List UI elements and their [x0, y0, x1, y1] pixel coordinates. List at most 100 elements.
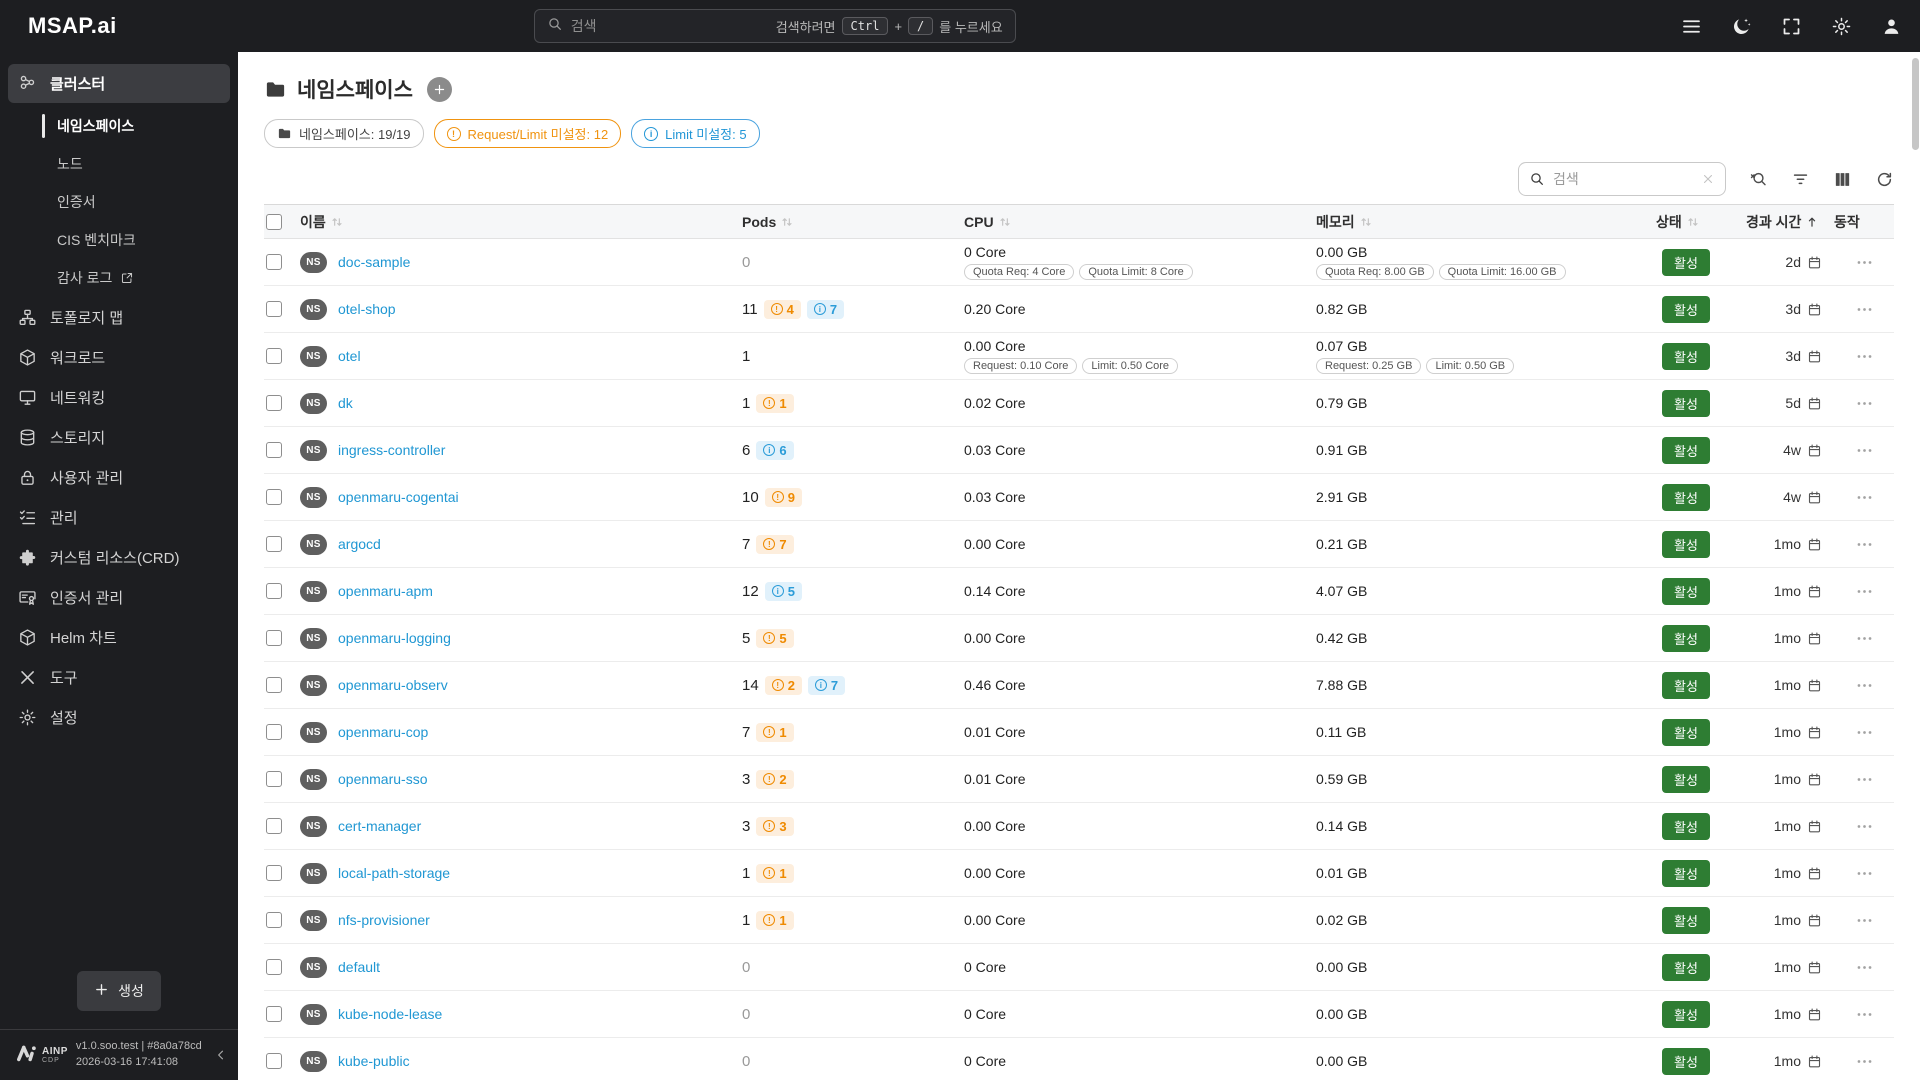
sort-icon[interactable] — [1359, 215, 1373, 229]
namespace-link[interactable]: argocd — [338, 536, 381, 552]
filter-icon[interactable] — [1791, 170, 1810, 189]
sort-asc-icon[interactable] — [1805, 215, 1819, 229]
fullscreen-icon[interactable] — [1781, 16, 1802, 37]
row-checkbox[interactable] — [266, 1006, 282, 1022]
clear-search-icon[interactable] — [1701, 172, 1715, 186]
sidebar-item-settings[interactable]: 설정 — [0, 698, 238, 737]
column-header-status[interactable]: 상태 — [1656, 212, 1746, 232]
row-menu-icon[interactable] — [1855, 864, 1874, 883]
row-checkbox[interactable] — [266, 818, 282, 834]
namespace-link[interactable]: openmaru-sso — [338, 771, 428, 787]
namespace-link[interactable]: openmaru-observ — [338, 677, 448, 693]
sidebar-item-custom-resource-crd[interactable]: 커스텀 리소스(CRD) — [0, 538, 238, 577]
namespace-link[interactable]: openmaru-apm — [338, 583, 433, 599]
row-menu-icon[interactable] — [1855, 394, 1874, 413]
dark-mode-icon[interactable] — [1731, 16, 1752, 37]
row-checkbox[interactable] — [266, 912, 282, 928]
columns-icon[interactable] — [1833, 170, 1852, 189]
namespace-link[interactable]: nfs-provisioner — [338, 912, 430, 928]
row-checkbox[interactable] — [266, 1053, 282, 1069]
row-menu-icon[interactable] — [1855, 676, 1874, 695]
table-search-input[interactable] — [1553, 171, 1693, 187]
column-header-name[interactable]: 이름 — [300, 212, 742, 232]
column-header-cpu[interactable]: CPU — [964, 214, 1316, 230]
sidebar-item-workload[interactable]: 워크로드 — [0, 338, 238, 377]
namespace-link[interactable]: otel — [338, 348, 361, 364]
namespace-link[interactable]: cert-manager — [338, 818, 421, 834]
row-checkbox[interactable] — [266, 865, 282, 881]
scrollbar-thumb[interactable] — [1912, 58, 1919, 150]
sort-icon[interactable] — [998, 215, 1012, 229]
row-checkbox[interactable] — [266, 254, 282, 270]
namespace-link[interactable]: doc-sample — [338, 254, 410, 270]
sidebar-subitem-cis-benchmark[interactable]: CIS 벤치마크 — [0, 221, 238, 259]
namespace-link[interactable]: openmaru-cop — [338, 724, 428, 740]
namespace-link[interactable]: openmaru-cogentai — [338, 489, 459, 505]
scrollbar[interactable] — [1912, 58, 1919, 1078]
global-search-input[interactable] — [570, 18, 768, 34]
row-menu-icon[interactable] — [1855, 1052, 1874, 1071]
table-search[interactable] — [1518, 162, 1726, 196]
sidebar-subitem-audit-log[interactable]: 감사 로그 — [0, 259, 238, 297]
row-checkbox[interactable] — [266, 583, 282, 599]
sidebar-item-cluster[interactable]: 클러스터 — [8, 64, 230, 103]
sidebar-item-networking[interactable]: 네트워킹 — [0, 378, 238, 417]
namespace-link[interactable]: kube-public — [338, 1053, 410, 1069]
sidebar-item-storage[interactable]: 스토리지 — [0, 418, 238, 457]
row-menu-icon[interactable] — [1855, 347, 1874, 366]
row-checkbox[interactable] — [266, 536, 282, 552]
sidebar-item-certificate-management[interactable]: 인증서 관리 — [0, 578, 238, 617]
summary-pill-warning[interactable]: ! Request/Limit 미설정: 12 — [433, 119, 622, 148]
summary-pill-neutral[interactable]: 네임스페이스: 19/19 — [264, 119, 424, 148]
sidebar-subitem-certificate[interactable]: 인증서 — [0, 183, 238, 221]
namespace-link[interactable]: default — [338, 959, 380, 975]
row-checkbox[interactable] — [266, 442, 282, 458]
row-menu-icon[interactable] — [1855, 1005, 1874, 1024]
column-header-pods[interactable]: Pods — [742, 214, 964, 230]
namespace-link[interactable]: dk — [338, 395, 353, 411]
row-menu-icon[interactable] — [1855, 253, 1874, 272]
create-button[interactable]: 생성 — [77, 971, 161, 1012]
select-all-checkbox[interactable] — [266, 213, 282, 230]
sidebar-item-topology-map[interactable]: 토폴로지 맵 — [0, 298, 238, 337]
row-menu-icon[interactable] — [1855, 441, 1874, 460]
sort-icon[interactable] — [1686, 215, 1700, 229]
refresh-icon[interactable] — [1875, 170, 1894, 189]
row-menu-icon[interactable] — [1855, 535, 1874, 554]
row-menu-icon[interactable] — [1855, 582, 1874, 601]
advanced-search-icon[interactable] — [1749, 170, 1768, 189]
sort-icon[interactable] — [330, 215, 344, 229]
row-checkbox[interactable] — [266, 348, 282, 364]
row-checkbox[interactable] — [266, 395, 282, 411]
row-menu-icon[interactable] — [1855, 629, 1874, 648]
row-checkbox[interactable] — [266, 677, 282, 693]
sidebar-item-user-management[interactable]: 사용자 관리 — [0, 458, 238, 497]
column-header-memory[interactable]: 메모리 — [1316, 212, 1656, 232]
row-menu-icon[interactable] — [1855, 770, 1874, 789]
row-checkbox[interactable] — [266, 771, 282, 787]
column-header-age[interactable]: 경과 시간 — [1746, 212, 1834, 232]
row-checkbox[interactable] — [266, 301, 282, 317]
sidebar-collapse-icon[interactable] — [214, 1048, 228, 1062]
summary-pill-info[interactable]: i Limit 미설정: 5 — [631, 119, 760, 148]
row-menu-icon[interactable] — [1855, 300, 1874, 319]
add-namespace-button[interactable] — [426, 76, 452, 102]
sidebar-subitem-namespace[interactable]: 네임스페이스 — [0, 107, 238, 145]
menu-icon[interactable] — [1681, 16, 1702, 37]
row-menu-icon[interactable] — [1855, 488, 1874, 507]
sidebar-subitem-node[interactable]: 노드 — [0, 145, 238, 183]
namespace-link[interactable]: ingress-controller — [338, 442, 445, 458]
sort-icon[interactable] — [780, 215, 794, 229]
row-menu-icon[interactable] — [1855, 723, 1874, 742]
namespace-link[interactable]: otel-shop — [338, 301, 396, 317]
global-search[interactable]: 검색하려면 Ctrl + / 를 누르세요 — [533, 9, 1016, 43]
row-checkbox[interactable] — [266, 724, 282, 740]
row-menu-icon[interactable] — [1855, 958, 1874, 977]
sidebar-item-management[interactable]: 관리 — [0, 498, 238, 537]
namespace-link[interactable]: local-path-storage — [338, 865, 450, 881]
sidebar-item-helm-chart[interactable]: Helm 차트 — [0, 618, 238, 657]
namespace-link[interactable]: kube-node-lease — [338, 1006, 442, 1022]
row-checkbox[interactable] — [266, 959, 282, 975]
user-icon[interactable] — [1881, 16, 1902, 37]
row-checkbox[interactable] — [266, 489, 282, 505]
